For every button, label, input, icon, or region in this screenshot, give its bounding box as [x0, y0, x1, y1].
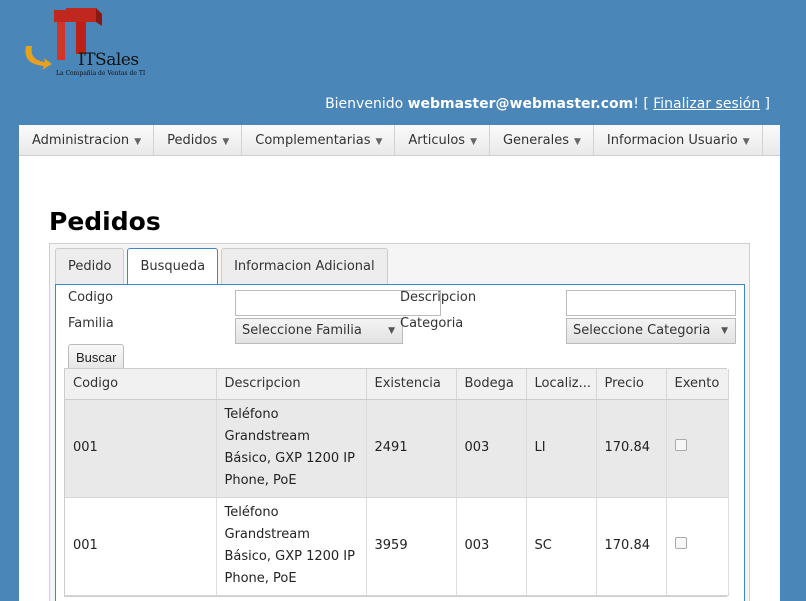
main-menu: Administracion ▼ Pedidos ▼ Complementarias…	[19, 125, 780, 156]
categoria-select-value: Seleccione Categoria	[573, 323, 711, 338]
menu-complementarias[interactable]: Complementarias ▼	[242, 125, 396, 155]
logout-link[interactable]: Finalizar sesión	[653, 96, 760, 112]
exento-checkbox[interactable]	[674, 439, 687, 451]
menu-label: Pedidos	[167, 133, 218, 148]
col-exento[interactable]: Exento	[666, 369, 729, 400]
tab-busqueda[interactable]: Busqueda	[127, 248, 219, 286]
caret-down-icon: ▼	[470, 137, 477, 147]
menu-label: Administracion	[32, 133, 130, 148]
col-bodega[interactable]: Bodega	[456, 369, 527, 400]
familia-label: Familia	[68, 316, 114, 331]
descripcion-label: Descripcion	[400, 290, 477, 305]
logo-text: ITSales	[78, 50, 139, 70]
results-grid: Codigo Descripcion Existencia Bodega Loc…	[64, 368, 729, 597]
user-email: webmaster@webmaster.com	[407, 96, 634, 112]
caret-down-icon: ▼	[222, 137, 230, 147]
page-title: Pedidos	[49, 207, 161, 236]
grid-header-row: Codigo Descripcion Existencia Bodega Loc…	[65, 369, 729, 400]
welcome-prefix: Bienvenido	[325, 96, 404, 112]
categoria-select[interactable]: Seleccione Categoria ▼	[566, 318, 736, 344]
cell-localizacion: SC	[526, 497, 597, 596]
menu-articulos[interactable]: Articulos ▼	[395, 125, 490, 155]
col-descripcion[interactable]: Descripcion	[216, 369, 367, 400]
busqueda-panel: Codigo Descripcion Familia Seleccione Fa…	[55, 284, 745, 601]
codigo-label: Codigo	[68, 290, 114, 305]
table-row[interactable]: 001 Teléfono Grandstream Básico, GXP 120…	[65, 497, 729, 596]
tab-informacion-adicional[interactable]: Informacion Adicional	[221, 248, 388, 285]
tabs-container: Pedido Busqueda Informacion Adicional Co…	[49, 243, 750, 601]
caret-down-icon: ▼	[375, 137, 383, 147]
menu-informacion-usuario[interactable]: Informacion Usuario ▼	[594, 125, 763, 155]
cell-precio: 170.84	[596, 399, 667, 498]
welcome-close-bracket: ]	[764, 96, 770, 112]
menu-label: Generales	[502, 133, 569, 148]
familia-select-value: Seleccione Familia	[242, 323, 362, 338]
cell-precio: 170.84	[596, 497, 667, 596]
logo-subtitle: La Compañía de Ventas de TI	[56, 70, 146, 77]
cell-exento	[666, 497, 729, 596]
caret-down-icon: ▼	[134, 137, 142, 147]
main-panel: Administracion ▼ Pedidos ▼ Complementarias…	[19, 125, 780, 601]
tab-pedido[interactable]: Pedido	[55, 248, 125, 285]
categoria-label: Categoria	[400, 316, 464, 331]
welcome-separator: ! [	[633, 96, 649, 112]
menu-administracion[interactable]: Administracion ▼	[19, 125, 155, 155]
col-localizacion[interactable]: Localiz...	[526, 369, 597, 400]
triangle-down-icon: ▼	[388, 326, 395, 336]
table-row[interactable]: 001 Teléfono Grandstream Básico, GXP 120…	[65, 399, 729, 498]
cell-descripcion: Teléfono Grandstream Básico, GXP 1200 IP…	[216, 399, 367, 498]
cell-existencia: 2491	[366, 399, 457, 498]
caret-down-icon: ▼	[574, 137, 581, 147]
cell-existencia: 3959	[366, 497, 457, 596]
welcome-bar: Bienvenido webmaster@webmaster.com! [ Fi…	[325, 96, 770, 112]
caret-down-icon: ▼	[742, 137, 750, 147]
menu-label: Complementarias	[255, 133, 371, 148]
cell-codigo: 001	[65, 497, 217, 596]
cell-localizacion: LI	[526, 399, 597, 498]
company-logo: ITSales La Compañía de Ventas de TI	[20, 6, 145, 78]
col-precio[interactable]: Precio	[596, 369, 667, 400]
menu-label: Articulos	[408, 133, 466, 148]
cell-bodega: 003	[456, 497, 527, 596]
cell-exento	[666, 399, 729, 498]
triangle-down-icon: ▼	[721, 326, 728, 336]
tab-bar: Pedido Busqueda Informacion Adicional	[55, 248, 391, 286]
cell-codigo: 001	[65, 399, 217, 498]
menu-generales[interactable]: Generales ▼	[490, 125, 594, 155]
menu-pedidos[interactable]: Pedidos ▼	[154, 125, 243, 155]
cell-bodega: 003	[456, 399, 527, 498]
exento-checkbox[interactable]	[674, 537, 687, 549]
col-existencia[interactable]: Existencia	[366, 369, 457, 400]
descripcion-input[interactable]	[566, 290, 736, 316]
cell-descripcion: Teléfono Grandstream Básico, GXP 1200 IP…	[216, 497, 367, 596]
familia-select[interactable]: Seleccione Familia ▼	[235, 318, 403, 344]
col-codigo[interactable]: Codigo	[65, 369, 217, 400]
menu-label: Informacion Usuario	[606, 133, 738, 148]
